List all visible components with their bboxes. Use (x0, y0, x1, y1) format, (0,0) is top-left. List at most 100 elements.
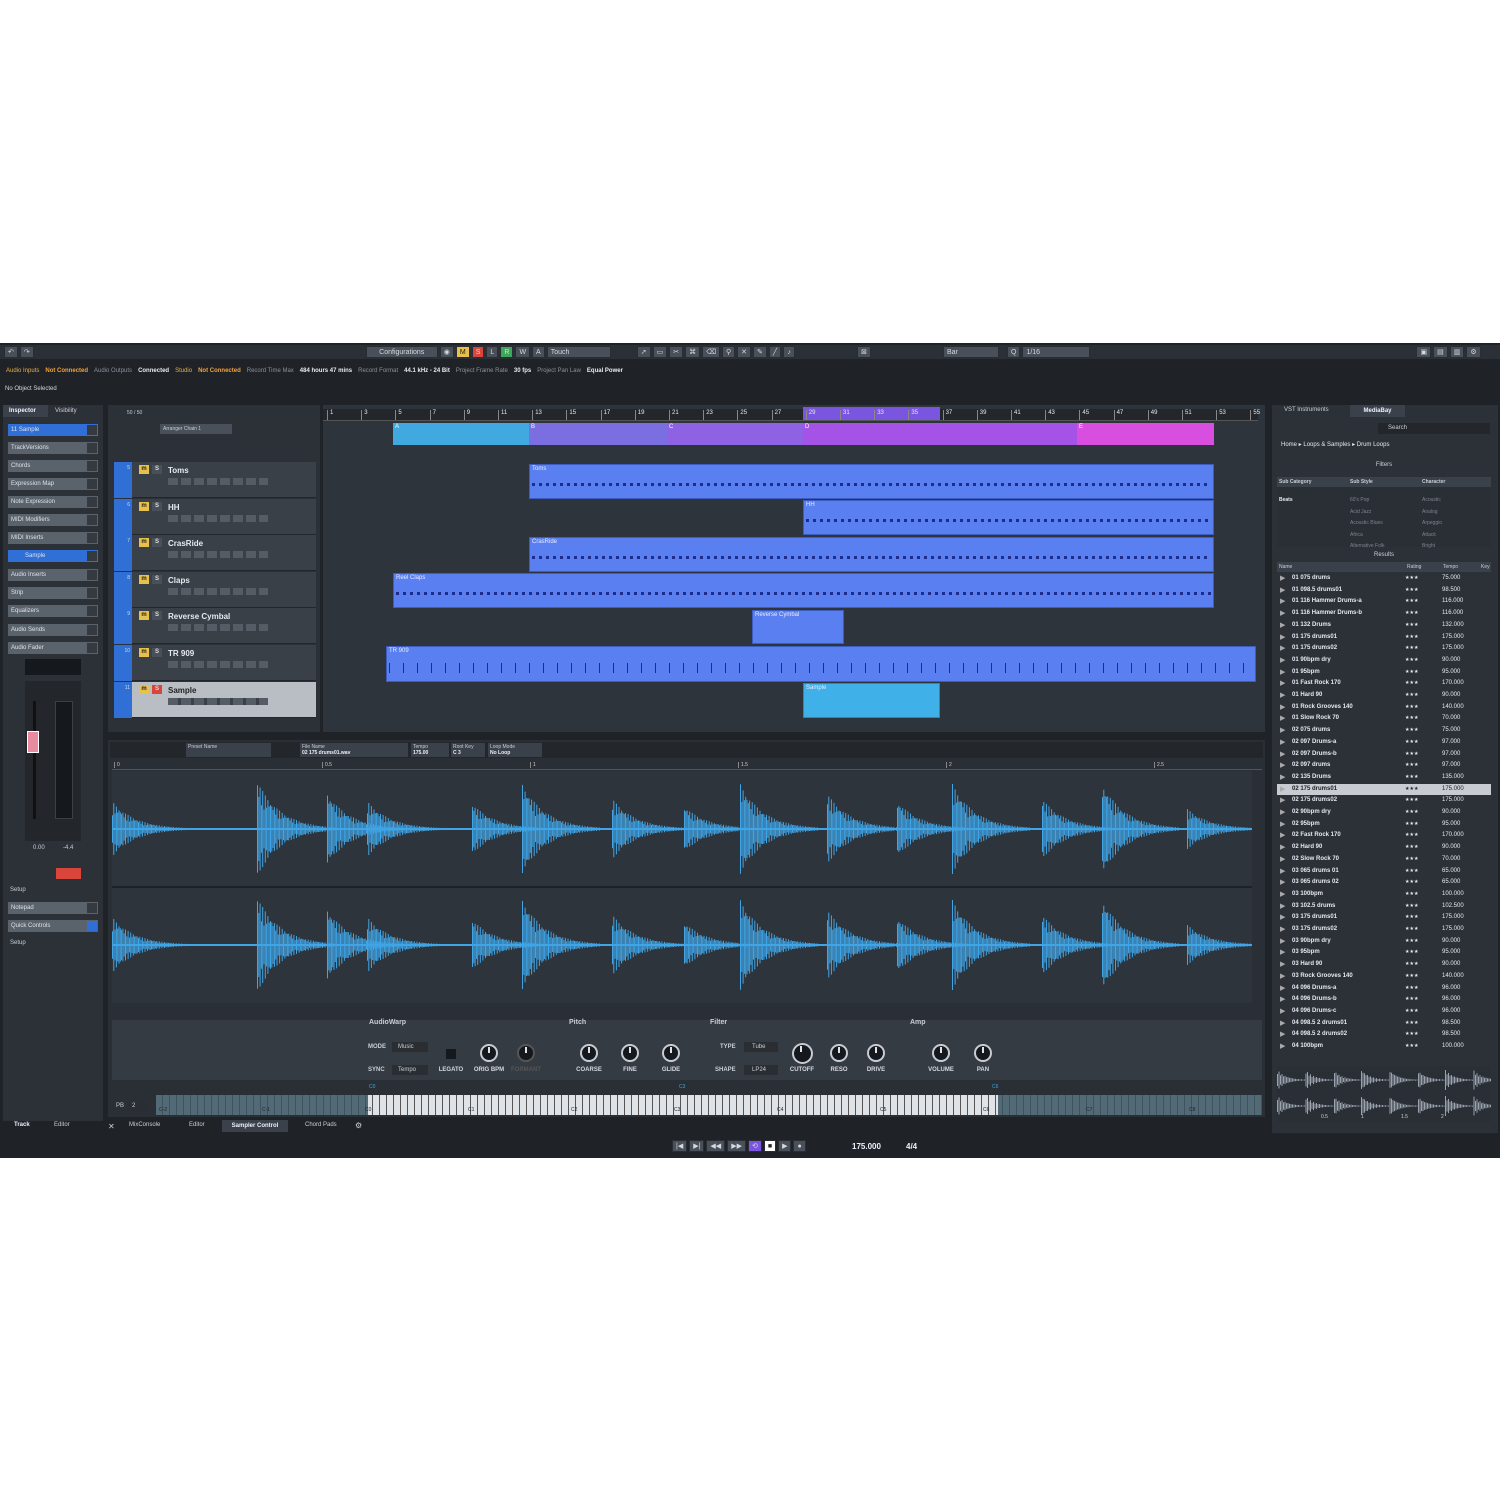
root-key-field[interactable]: Root Key C 3 (451, 743, 485, 757)
preview-play-icon[interactable]: ▶ (1280, 585, 1285, 597)
result-row[interactable]: ▶ 04 096 Drums-a ★★★ 96.000 (1277, 983, 1491, 995)
preview-play-icon[interactable]: ▶ (1280, 866, 1285, 878)
result-row[interactable]: ▶ 03 065 drums 02 ★★★ 65.000 (1277, 877, 1491, 889)
filter-cell[interactable]: Analog (1422, 509, 1438, 515)
result-rating[interactable]: ★★★ (1405, 585, 1418, 597)
track-hh[interactable]: 6 m S HH (114, 499, 316, 535)
result-rating[interactable]: ★★★ (1405, 713, 1418, 725)
result-rating[interactable]: ★★★ (1405, 667, 1418, 679)
preset-name-field[interactable]: Preset Name (186, 743, 271, 757)
result-row[interactable]: ▶ 01 116 Hammer Drums-b ★★★ 116.000 (1277, 608, 1491, 620)
clip-reverse-cymbal[interactable]: Reverse Cymbal (752, 610, 844, 644)
select-tool-icon[interactable]: ➚ (636, 346, 651, 358)
result-rating[interactable]: ★★★ (1405, 947, 1418, 959)
coarse-knob[interactable] (580, 1044, 598, 1062)
tempo-display[interactable]: 175.000 (852, 1142, 881, 1151)
result-rating[interactable]: ★★★ (1405, 760, 1418, 772)
arranger-section-c[interactable]: C (667, 423, 803, 445)
result-row[interactable]: ▶ 02 175 drums02 ★★★ 175.000 (1277, 795, 1491, 807)
loop-mode-field[interactable]: Loop Mode No Loop (488, 743, 542, 757)
preview-play-icon[interactable]: ▶ (1280, 959, 1285, 971)
preview-play-icon[interactable]: ▶ (1280, 655, 1285, 667)
result-row[interactable]: ▶ 03 Hard 90 ★★★ 90.000 (1277, 959, 1491, 971)
filter-cell[interactable]: Arpeggio (1422, 520, 1442, 526)
result-rating[interactable]: ★★★ (1405, 795, 1418, 807)
result-rating[interactable]: ★★★ (1405, 889, 1418, 901)
undo-icon[interactable]: ↶ (4, 346, 18, 358)
arranger-section-b[interactable]: B (529, 423, 667, 445)
result-row[interactable]: ▶ 02 90bpm dry ★★★ 90.000 (1277, 807, 1491, 819)
result-rating[interactable]: ★★★ (1405, 725, 1418, 737)
fader-handle[interactable] (27, 731, 39, 753)
result-rating[interactable]: ★★★ (1405, 690, 1418, 702)
result-rating[interactable]: ★★★ (1405, 959, 1418, 971)
result-rating[interactable]: ★★★ (1405, 784, 1418, 796)
track-toms[interactable]: 5 m S Toms (114, 462, 316, 498)
inspector-section-trackversions[interactable]: TrackVersions (8, 442, 98, 454)
tab-sampler-control[interactable]: Sampler Control (222, 1120, 288, 1132)
result-rating[interactable]: ★★★ (1405, 1029, 1418, 1041)
glide-knob[interactable] (662, 1044, 680, 1062)
clip-claps[interactable]: Reel Claps (393, 573, 1214, 608)
inspector-section-expression-map[interactable]: Expression Map (8, 478, 98, 490)
mute-button[interactable]: m (139, 648, 149, 657)
automation-mode-select[interactable]: Touch (546, 346, 611, 358)
track-controls[interactable] (168, 588, 268, 595)
result-rating[interactable]: ★★★ (1405, 830, 1418, 842)
result-row[interactable]: ▶ 01 075 drums ★★★ 75.000 (1277, 573, 1491, 585)
track-controls[interactable] (168, 661, 268, 668)
range-tool-icon[interactable]: ▭ (652, 346, 668, 358)
cutoff-knob[interactable] (792, 1043, 813, 1064)
result-rating[interactable]: ★★★ (1405, 632, 1418, 644)
result-rating[interactable]: ★★★ (1405, 924, 1418, 936)
result-rating[interactable]: ★★★ (1405, 936, 1418, 948)
result-row[interactable]: ▶ 01 Slow Rock 70 ★★★ 70.000 (1277, 713, 1491, 725)
solo-button[interactable]: S (152, 611, 162, 620)
result-rating[interactable]: ★★★ (1405, 772, 1418, 784)
preview-play-icon[interactable]: ▶ (1280, 971, 1285, 983)
result-row[interactable]: ▶ 03 95bpm ★★★ 95.000 (1277, 947, 1491, 959)
quantize-value-select[interactable]: 1/16 (1022, 346, 1091, 358)
solo-button[interactable]: S (152, 538, 162, 547)
record-icon[interactable]: ● (793, 1140, 806, 1152)
result-row[interactable]: ▶ 03 100bpm ★★★ 100.000 (1277, 889, 1491, 901)
preview-play-icon[interactable]: ▶ (1280, 819, 1285, 831)
result-rating[interactable]: ★★★ (1405, 971, 1418, 983)
preview-play-icon[interactable]: ▶ (1280, 749, 1285, 761)
result-rating[interactable]: ★★★ (1405, 643, 1418, 655)
preview-play-icon[interactable]: ▶ (1280, 667, 1285, 679)
solo-button[interactable]: S (152, 502, 162, 511)
result-row[interactable]: ▶ 02 Slow Rock 70 ★★★ 70.000 (1277, 854, 1491, 866)
result-row[interactable]: ▶ 04 096 Drums-c ★★★ 96.000 (1277, 1006, 1491, 1018)
inspector-section-note-expression[interactable]: Note Expression (8, 496, 98, 508)
mute-tool-icon[interactable]: ✕ (737, 346, 752, 358)
inspector-section-strip[interactable]: Strip (8, 587, 98, 599)
clip-sample[interactable]: Sample (803, 683, 940, 718)
preview-play-icon[interactable]: ▶ (1280, 608, 1285, 620)
result-row[interactable]: ▶ 02 175 drums01 ★★★ 175.000 (1277, 783, 1491, 796)
tab-chord-pads[interactable]: Chord Pads (305, 1122, 337, 1128)
inspector-section-audio-sends[interactable]: Audio Sends (8, 624, 98, 636)
filter-cell[interactable]: Attack (1422, 532, 1436, 538)
type-select[interactable]: Tube (744, 1042, 778, 1052)
result-row[interactable]: ▶ 01 95bpm ★★★ 95.000 (1277, 667, 1491, 679)
preview-play-icon[interactable]: ▶ (1280, 784, 1285, 796)
tab-vst-instruments[interactable]: VST Instruments (1284, 407, 1329, 413)
mute-button[interactable]: m (139, 611, 149, 620)
preview-play-icon[interactable]: ▶ (1280, 596, 1285, 608)
result-row[interactable]: ▶ 02 097 drums ★★★ 97.000 (1277, 760, 1491, 772)
result-row[interactable]: ▶ 04 098.5 2 drums01 ★★★ 98.500 (1277, 1018, 1491, 1030)
sync-select[interactable]: Tempo (392, 1065, 428, 1075)
stop-icon[interactable]: ■ (763, 1140, 777, 1152)
rewind-icon[interactable]: ◀◀ (706, 1140, 726, 1152)
filter-cell[interactable]: 60's Pop (1350, 497, 1369, 503)
tab-visibility[interactable]: Visibility (55, 405, 95, 417)
tab-inspector[interactable]: Inspector (3, 405, 48, 417)
draw-tool-icon[interactable]: ✎ (753, 346, 767, 358)
pitchbend-range-select[interactable]: 2 (128, 1101, 148, 1111)
mute-button[interactable]: m (139, 575, 149, 584)
preview-play-icon[interactable]: ▶ (1280, 573, 1285, 585)
layout2-icon[interactable]: ▤ (1433, 346, 1448, 358)
result-row[interactable]: ▶ 04 098.5 2 drums02 ★★★ 98.500 (1277, 1029, 1491, 1041)
result-rating[interactable]: ★★★ (1405, 596, 1418, 608)
